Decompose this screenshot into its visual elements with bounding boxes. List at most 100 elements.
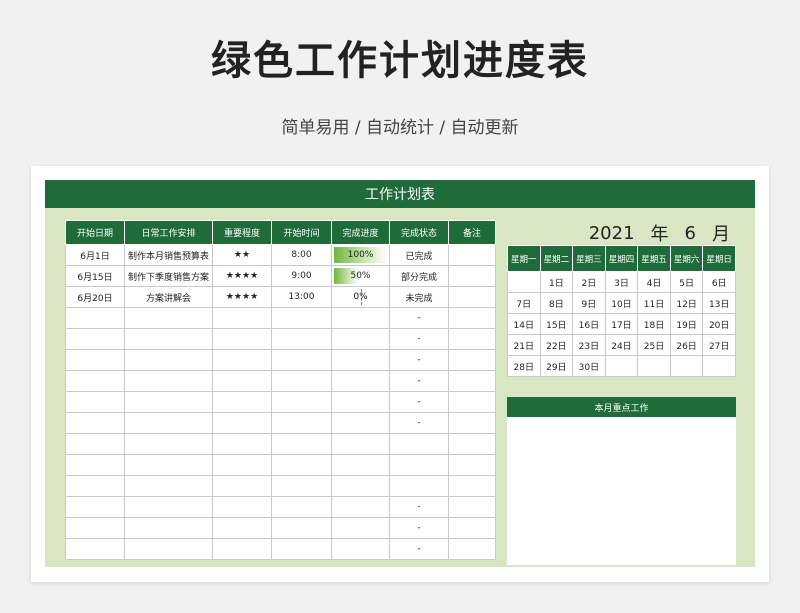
cell-importance[interactable]: ★★★★ bbox=[212, 286, 272, 308]
cell-importance[interactable] bbox=[212, 454, 272, 476]
cell-progress[interactable]: 50% bbox=[331, 265, 390, 287]
cell-time[interactable] bbox=[271, 328, 332, 350]
cell-status[interactable]: - bbox=[389, 391, 449, 413]
cell-time[interactable] bbox=[271, 349, 332, 371]
calendar-day[interactable]: 11日 bbox=[637, 292, 671, 314]
cell-date[interactable]: 6月15日 bbox=[65, 265, 125, 287]
calendar-day[interactable]: 19日 bbox=[669, 313, 704, 335]
cell-progress[interactable] bbox=[331, 307, 390, 329]
cell-status[interactable]: - bbox=[389, 412, 449, 434]
calendar-day[interactable] bbox=[669, 355, 704, 377]
cell-importance[interactable] bbox=[212, 412, 272, 434]
cell-time[interactable] bbox=[271, 475, 332, 497]
cell-note[interactable] bbox=[448, 244, 496, 266]
cell-progress[interactable]: 100% bbox=[331, 244, 390, 266]
cell-note[interactable] bbox=[448, 349, 496, 371]
cell-task[interactable] bbox=[124, 391, 213, 413]
cell-date[interactable] bbox=[65, 517, 125, 539]
cell-date[interactable] bbox=[65, 349, 125, 371]
cell-status[interactable]: 未完成 bbox=[389, 286, 449, 308]
cell-time[interactable] bbox=[271, 370, 332, 392]
cell-status[interactable]: - bbox=[389, 496, 449, 518]
calendar-day[interactable]: 14日 bbox=[507, 313, 541, 335]
cell-progress[interactable]: 0% bbox=[331, 286, 390, 308]
cell-importance[interactable]: ★★ bbox=[212, 244, 272, 266]
focus-work-area[interactable] bbox=[507, 417, 736, 565]
calendar-day[interactable]: 17日 bbox=[604, 313, 639, 335]
cell-status[interactable]: - bbox=[389, 328, 449, 350]
cell-task[interactable]: 制作下季度销售方案 bbox=[124, 265, 213, 287]
calendar-day[interactable]: 9日 bbox=[572, 292, 606, 314]
cell-status[interactable] bbox=[389, 433, 449, 455]
cell-date[interactable] bbox=[65, 328, 125, 350]
cell-time[interactable]: 8:00 bbox=[271, 244, 332, 266]
cell-importance[interactable] bbox=[212, 496, 272, 518]
cell-task[interactable] bbox=[124, 412, 213, 434]
cell-progress[interactable] bbox=[331, 391, 390, 413]
calendar-day[interactable]: 23日 bbox=[572, 334, 606, 356]
cell-date[interactable] bbox=[65, 475, 125, 497]
cell-importance[interactable] bbox=[212, 475, 272, 497]
cell-date[interactable] bbox=[65, 454, 125, 476]
cell-progress[interactable] bbox=[331, 433, 390, 455]
cell-task[interactable] bbox=[124, 496, 213, 518]
cell-note[interactable] bbox=[448, 370, 496, 392]
calendar-day[interactable]: 22日 bbox=[539, 334, 574, 356]
cell-task[interactable] bbox=[124, 454, 213, 476]
calendar-day[interactable]: 1日 bbox=[539, 271, 574, 293]
cell-note[interactable] bbox=[448, 475, 496, 497]
calendar-day[interactable]: 18日 bbox=[637, 313, 671, 335]
cell-progress[interactable] bbox=[331, 538, 390, 560]
cell-status[interactable] bbox=[389, 454, 449, 476]
cell-note[interactable] bbox=[448, 433, 496, 455]
cell-progress[interactable] bbox=[331, 454, 390, 476]
cell-note[interactable] bbox=[448, 307, 496, 329]
cell-date[interactable] bbox=[65, 433, 125, 455]
cell-progress[interactable] bbox=[331, 370, 390, 392]
calendar-day[interactable]: 30日 bbox=[572, 355, 606, 377]
cell-importance[interactable] bbox=[212, 370, 272, 392]
cell-status[interactable]: 已完成 bbox=[389, 244, 449, 266]
cell-time[interactable] bbox=[271, 433, 332, 455]
cell-progress[interactable] bbox=[331, 328, 390, 350]
cell-status[interactable]: - bbox=[389, 517, 449, 539]
cell-note[interactable] bbox=[448, 391, 496, 413]
cell-note[interactable] bbox=[448, 538, 496, 560]
calendar-day[interactable]: 10日 bbox=[604, 292, 639, 314]
calendar-day[interactable]: 7日 bbox=[507, 292, 541, 314]
cell-time[interactable] bbox=[271, 517, 332, 539]
cell-task[interactable]: 制作本月销售预算表 bbox=[124, 244, 213, 266]
calendar-day[interactable]: 4日 bbox=[637, 271, 671, 293]
cell-progress[interactable] bbox=[331, 496, 390, 518]
cell-task[interactable]: 方案讲解会 bbox=[124, 286, 213, 308]
cell-progress[interactable] bbox=[331, 349, 390, 371]
cell-note[interactable] bbox=[448, 265, 496, 287]
cell-note[interactable] bbox=[448, 517, 496, 539]
calendar-day[interactable]: 6日 bbox=[702, 271, 736, 293]
calendar-day[interactable] bbox=[507, 271, 541, 293]
cell-time[interactable]: 9:00 bbox=[271, 265, 332, 287]
cell-status[interactable]: - bbox=[389, 370, 449, 392]
cell-date[interactable] bbox=[65, 307, 125, 329]
cell-time[interactable] bbox=[271, 454, 332, 476]
calendar-day[interactable]: 3日 bbox=[604, 271, 639, 293]
cell-time[interactable] bbox=[271, 538, 332, 560]
calendar-day[interactable]: 26日 bbox=[669, 334, 704, 356]
cell-importance[interactable] bbox=[212, 517, 272, 539]
cell-note[interactable] bbox=[448, 454, 496, 476]
cell-date[interactable]: 6月1日 bbox=[65, 244, 125, 266]
cell-status[interactable]: - bbox=[389, 538, 449, 560]
cell-task[interactable] bbox=[124, 517, 213, 539]
cell-note[interactable] bbox=[448, 328, 496, 350]
cell-time[interactable] bbox=[271, 496, 332, 518]
calendar-day[interactable]: 24日 bbox=[604, 334, 639, 356]
cell-note[interactable] bbox=[448, 412, 496, 434]
cell-task[interactable] bbox=[124, 475, 213, 497]
cell-task[interactable] bbox=[124, 433, 213, 455]
calendar-day[interactable] bbox=[637, 355, 671, 377]
calendar-day[interactable] bbox=[702, 355, 736, 377]
cell-importance[interactable] bbox=[212, 328, 272, 350]
calendar-day[interactable]: 21日 bbox=[507, 334, 541, 356]
cell-task[interactable] bbox=[124, 349, 213, 371]
cell-status[interactable]: 部分完成 bbox=[389, 265, 449, 287]
